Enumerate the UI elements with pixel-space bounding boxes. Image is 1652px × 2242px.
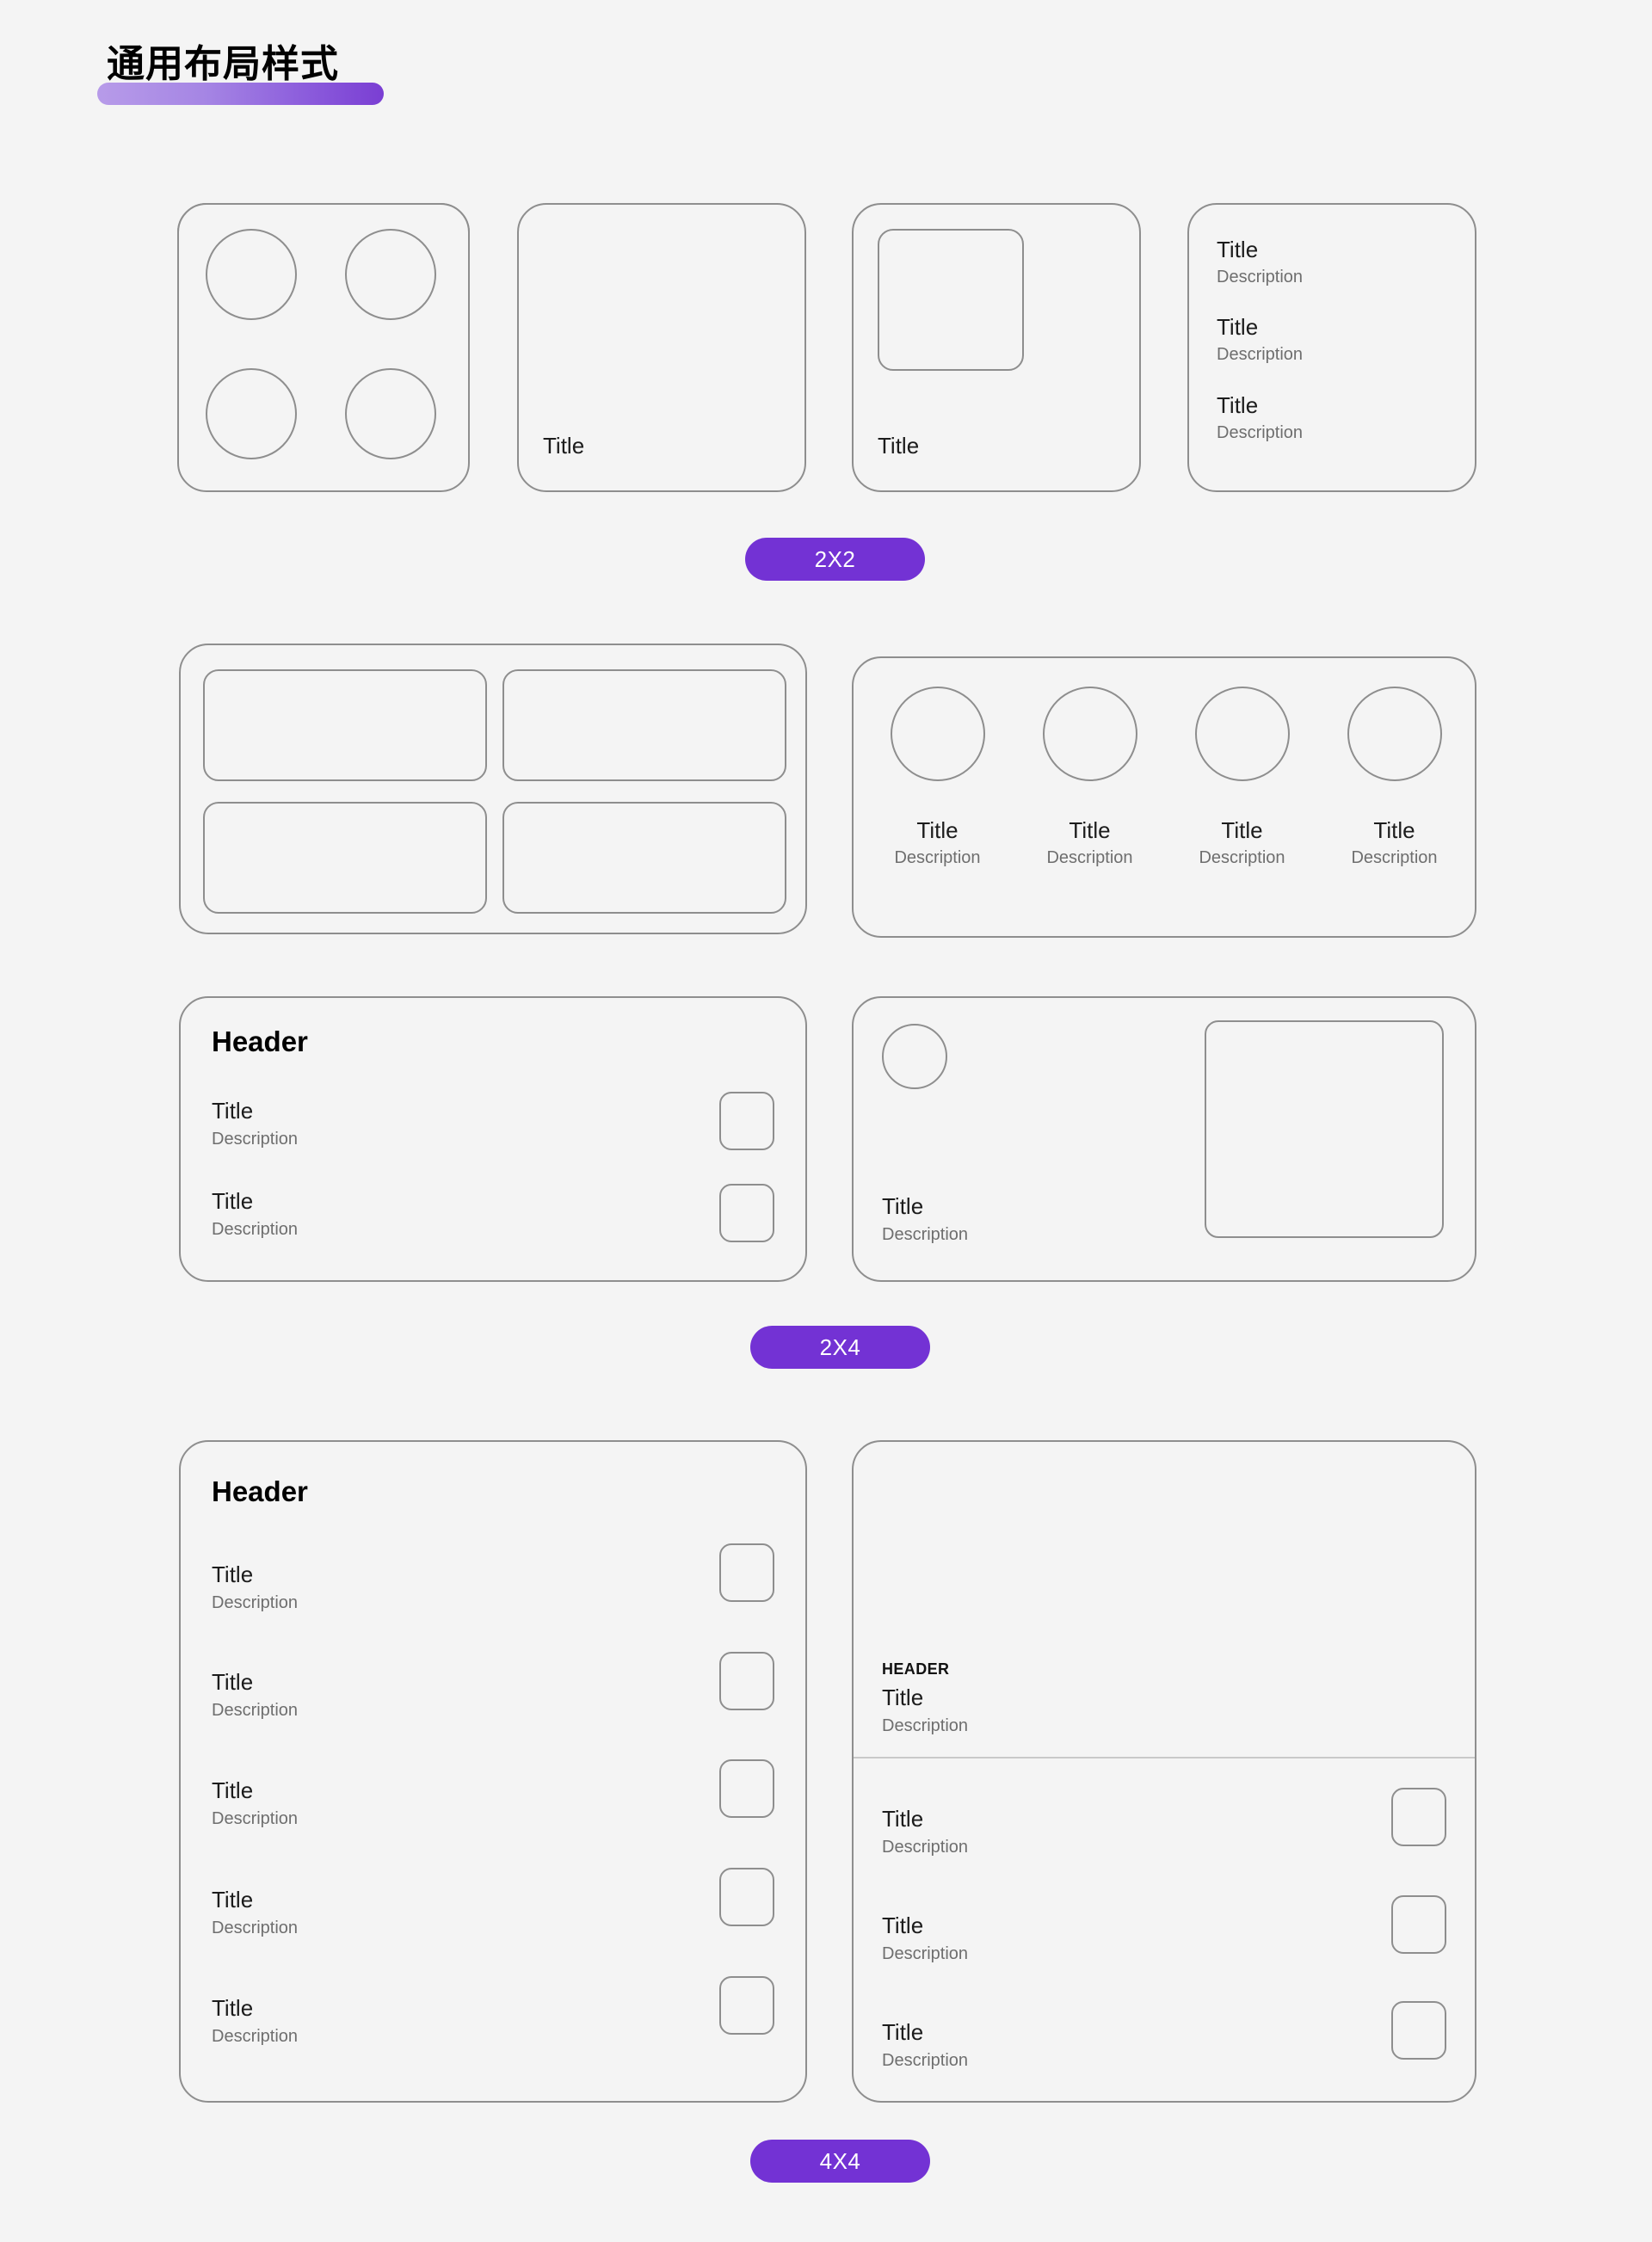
avatar-circle [1194,687,1290,781]
section-badge-2x2[interactable]: 2X2 [745,538,925,581]
card-title: Title [543,433,585,459]
row-action-box[interactable] [1391,2001,1446,2060]
page-title-wrap: 通用布局样式 [105,43,341,85]
hero-title: Title [882,1684,924,1710]
layout-styles-page: 通用布局样式 Title Title Title Description Tit… [0,0,1652,2242]
circle-placeholder [206,368,297,459]
grid-cell-box [203,669,487,781]
section-badge-2x4[interactable]: 2X4 [750,1326,930,1369]
media-placeholder-box [1205,1020,1444,1238]
grid-cell-box [502,669,786,781]
row-description: Description [212,1918,299,1937]
avatar-description: Description [894,847,981,867]
row-description: Description [882,2050,969,2070]
icon-placeholder-box [878,229,1024,371]
card-4x4-hero-rows[interactable]: HEADER Title Description Title Descripti… [852,1440,1476,2103]
row-title: Title [212,1188,254,1214]
row-description: Description [882,1837,969,1857]
circle-placeholder [206,229,297,320]
card-2x2-list[interactable]: Title Description Title Description Titl… [1187,203,1476,492]
row-title: Title [212,1098,254,1124]
page-title: 通用布局样式 [107,43,339,85]
title-highlight-bar [97,83,384,105]
avatar-description: Description [1046,847,1133,867]
list-item-description: Description [1217,422,1304,442]
row-title: Title [212,1669,254,1695]
avatar-description: Description [1199,847,1285,867]
card-header: Header [212,1026,308,1057]
row-action-box[interactable] [719,1759,774,1818]
row-title: Title [882,2019,924,2045]
card-title: Title [882,1193,924,1219]
row-title: Title [212,1887,254,1912]
list-item-description: Description [1217,344,1304,364]
row-description: Description [212,1219,299,1239]
row-action-box[interactable] [719,1868,774,1926]
card-2x4-media[interactable]: Title Description [852,996,1476,1282]
card-2x2-empty-title[interactable]: Title [517,203,806,492]
row-description: Description [212,2026,299,2046]
card-2x4-avatars[interactable]: Title Description Title Description Titl… [852,656,1476,938]
circle-placeholder [345,229,436,320]
row-title: Title [882,1806,924,1832]
row-title: Title [212,1777,254,1803]
grid-cell-box [203,802,487,914]
card-title: Title [878,433,920,459]
avatar-circle [1347,687,1442,781]
row-action-box[interactable] [719,1652,774,1710]
avatar-circle [1042,687,1137,781]
list-item-description: Description [1217,267,1304,286]
card-header: Header [212,1475,308,1507]
hero-divider [854,1757,1475,1758]
card-2x4-grid[interactable] [179,644,807,934]
row-action-box[interactable] [719,1976,774,2035]
row-title: Title [882,1912,924,1938]
avatar-title: Title [916,817,959,843]
row-title: Title [212,1561,254,1587]
row-action-box[interactable] [719,1092,774,1150]
row-action-box[interactable] [1391,1788,1446,1846]
row-description: Description [212,1700,299,1720]
list-item-title: Title [1217,237,1259,262]
card-2x2-four-circles-body[interactable] [177,203,470,492]
avatar-circle [890,687,985,781]
list-item-title: Title [1217,392,1259,418]
avatar-description: Description [1351,847,1438,867]
grid-cell-box [502,802,786,914]
avatar-circle [882,1024,947,1089]
section-badge-4x4[interactable]: 4X4 [750,2140,930,2183]
card-description: Description [882,1224,969,1244]
row-title: Title [212,1995,254,2021]
card-2x2-icon-title[interactable]: Title [852,203,1141,492]
card-4x4-header-rows[interactable]: Header Title Description Title Descripti… [179,1440,807,2103]
avatar-title: Title [1221,817,1263,843]
row-action-box[interactable] [1391,1895,1446,1954]
row-description: Description [212,1808,299,1828]
card-2x4-header-rows[interactable]: Header Title Description Title Descripti… [179,996,807,1282]
hero-header-caps: HEADER [882,1660,950,1678]
row-description: Description [212,1592,299,1612]
circle-placeholder [345,368,436,459]
row-action-box[interactable] [719,1543,774,1602]
row-description: Description [882,1943,969,1963]
list-item-title: Title [1217,314,1259,340]
avatar-title: Title [1069,817,1111,843]
row-action-box[interactable] [719,1184,774,1242]
row-description: Description [212,1129,299,1149]
avatar-title: Title [1373,817,1415,843]
hero-description: Description [882,1715,969,1735]
